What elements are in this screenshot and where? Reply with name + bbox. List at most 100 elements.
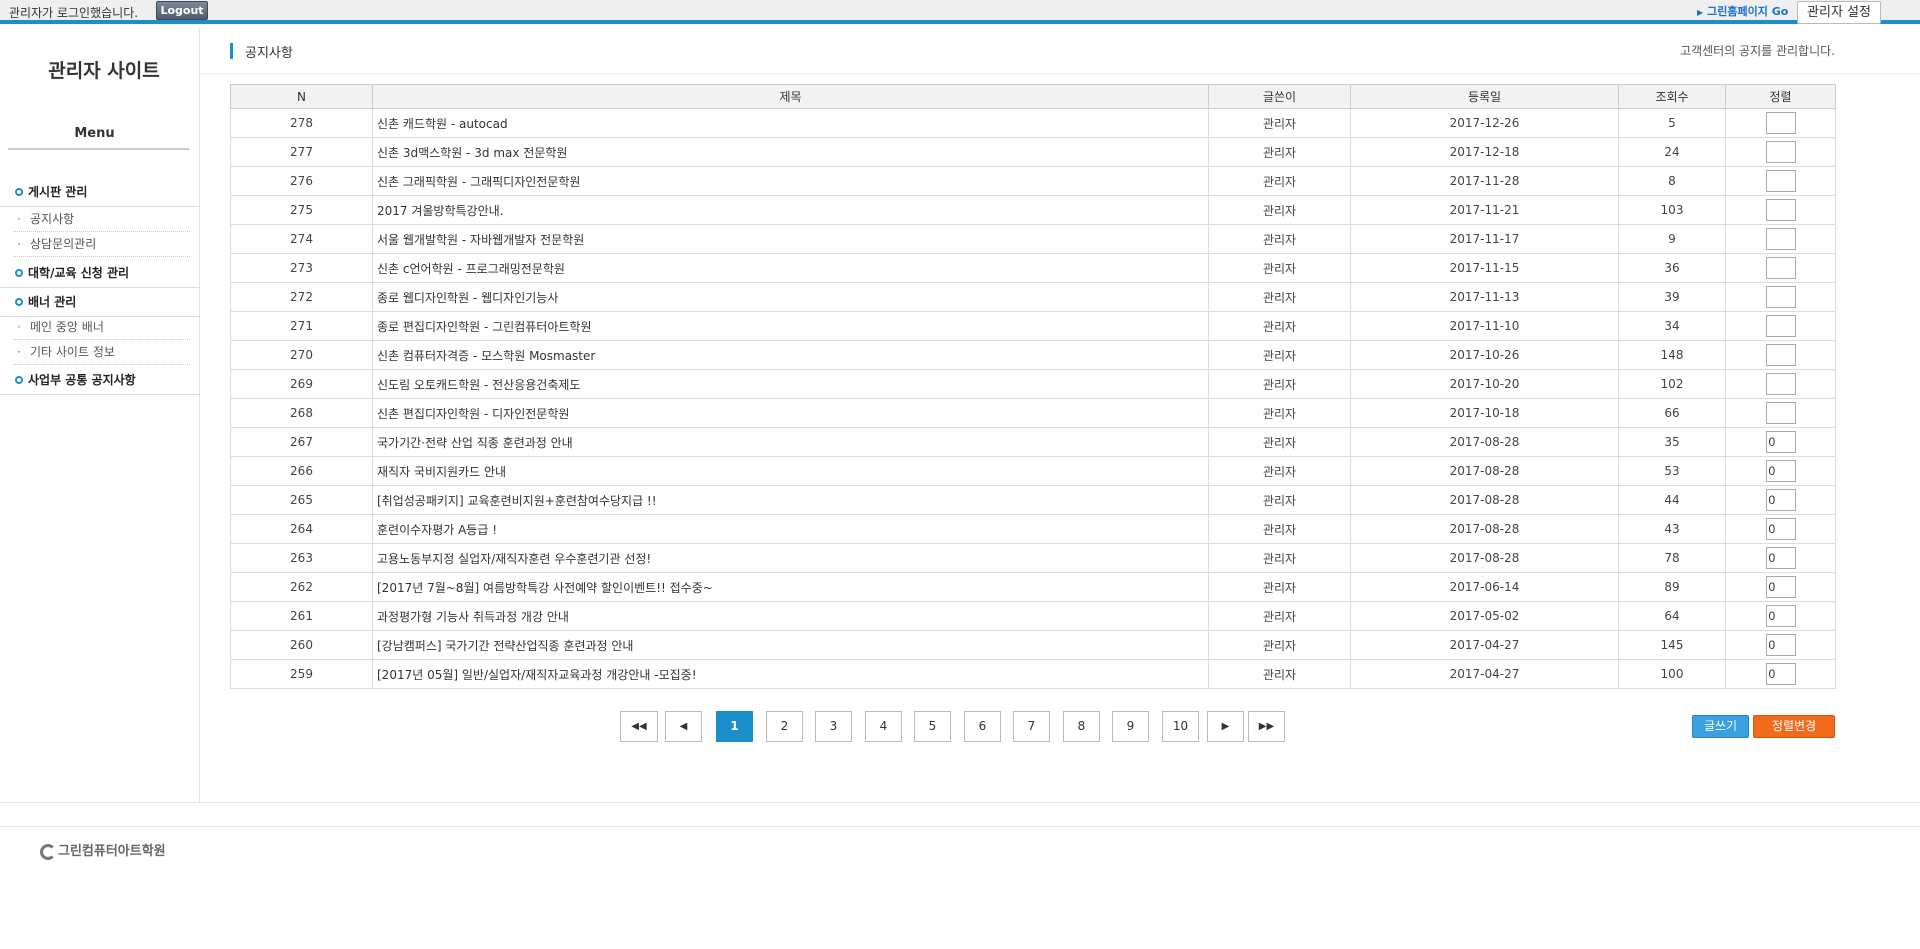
cell-date: 2017-06-14 xyxy=(1350,572,1619,602)
cell-number: 277 xyxy=(230,137,373,167)
sidebar-item-consult[interactable]: 상담문의관리 xyxy=(14,233,190,257)
cell-title[interactable]: 신촌 컴퓨터자격증 - 모스학원 Mosmaster xyxy=(372,340,1209,370)
page-number-button[interactable]: 7 xyxy=(1013,711,1050,742)
cell-number: 259 xyxy=(230,659,373,689)
cell-number: 266 xyxy=(230,456,373,486)
cell-date: 2017-11-13 xyxy=(1350,282,1619,312)
sidebar-item-main-banner[interactable]: 메인 중앙 배너 xyxy=(14,316,190,340)
cell-date: 2017-05-02 xyxy=(1350,601,1619,631)
table-row: 261 과정평가형 기능사 취득과정 개강 안내 관리자 2017-05-02 64 xyxy=(230,601,1836,631)
sort-order-input[interactable] xyxy=(1765,286,1796,308)
cell-title[interactable]: 2017 겨울방학특강안내. xyxy=(372,195,1209,225)
cell-sort xyxy=(1725,485,1836,515)
cell-sort xyxy=(1725,659,1836,689)
column-header-sort: 정렬 xyxy=(1725,84,1836,109)
sort-order-input[interactable] xyxy=(1765,344,1796,366)
cell-views: 5 xyxy=(1618,108,1726,138)
table-row: 264 훈련이수자평가 A등급 ! 관리자 2017-08-28 43 xyxy=(230,514,1836,544)
sidebar-item-notice[interactable]: 공지사항 xyxy=(14,208,190,232)
sort-order-input[interactable] xyxy=(1765,518,1796,540)
cell-views: 148 xyxy=(1618,340,1726,370)
cell-title[interactable]: 서울 웹개발학원 - 자바웹개발자 전문학원 xyxy=(372,224,1209,254)
sort-change-button[interactable]: 정렬변경 xyxy=(1753,715,1835,738)
sidebar-group-label: 대학/교육 신청 관리 xyxy=(28,266,130,280)
page-number-button[interactable]: 6 xyxy=(964,711,1001,742)
logout-button[interactable]: Logout xyxy=(156,1,208,20)
sort-order-input[interactable] xyxy=(1765,170,1796,192)
sort-order-input[interactable] xyxy=(1765,315,1796,337)
admin-settings-button[interactable]: 관리자 설정 xyxy=(1797,1,1881,24)
page-number-button[interactable]: 1 xyxy=(716,711,753,742)
cell-title[interactable]: [취업성공패키지] 교육훈련비지원+훈련참여수당지급 !! xyxy=(372,485,1209,515)
prev-page-button[interactable]: ◀ xyxy=(665,711,702,742)
footer-logo: 그린컴퓨터아트학원 xyxy=(40,840,166,860)
bullet-circle-icon xyxy=(15,188,23,196)
sidebar-group-banner[interactable]: 배너 관리 xyxy=(0,287,200,317)
page-number-button[interactable]: 9 xyxy=(1112,711,1149,742)
sort-order-input[interactable] xyxy=(1765,257,1796,279)
sort-order-input[interactable] xyxy=(1765,547,1796,569)
next-page-button[interactable]: ▶ xyxy=(1207,711,1244,742)
sort-order-input[interactable] xyxy=(1765,402,1796,424)
sidebar-group-board[interactable]: 게시판 관리 xyxy=(0,177,200,207)
page-number-button[interactable]: 8 xyxy=(1063,711,1100,742)
cell-sort xyxy=(1725,543,1836,573)
page-number-button[interactable]: 10 xyxy=(1162,711,1199,742)
sidebar-group-common-notice[interactable]: 사업부 공통 공지사항 xyxy=(0,365,200,395)
table-row: 277 신촌 3d맥스학원 - 3d max 전문학원 관리자 2017-12-18 2… xyxy=(230,137,1836,167)
cell-author: 관리자 xyxy=(1208,311,1351,341)
cell-views: 8 xyxy=(1618,166,1726,196)
cell-title[interactable]: 신도림 오토캐드학원 - 전산응용건축제도 xyxy=(372,369,1209,399)
cell-title[interactable]: 신촌 캐드학원 - autocad xyxy=(372,108,1209,138)
cell-views: 9 xyxy=(1618,224,1726,254)
sort-order-input[interactable] xyxy=(1765,112,1796,134)
cell-title[interactable]: 신촌 편집디자인학원 - 디자인전문학원 xyxy=(372,398,1209,428)
table-row: 263 고용노동부지정 실업자/재직자훈련 우수훈련기관 선정! 관리자 2017-0… xyxy=(230,543,1836,573)
cell-title[interactable]: 신촌 그래픽학원 - 그래픽디자인전문학원 xyxy=(372,166,1209,196)
cell-title[interactable]: 종로 웹디자인학원 - 웹디자인기능사 xyxy=(372,282,1209,312)
page-number-button[interactable]: 5 xyxy=(914,711,951,742)
sort-order-input[interactable] xyxy=(1765,663,1796,685)
cell-title[interactable]: 재직자 국비지원카드 안내 xyxy=(372,456,1209,486)
first-page-button[interactable]: ◀◀ xyxy=(620,711,658,742)
cell-title[interactable]: 종로 편집디자인학원 - 그린컴퓨터아트학원 xyxy=(372,311,1209,341)
footer-divider xyxy=(0,802,1920,803)
sort-order-input[interactable] xyxy=(1765,199,1796,221)
sidebar-item-site-info[interactable]: 기타 사이트 정보 xyxy=(14,341,190,365)
sort-order-input[interactable] xyxy=(1765,431,1796,453)
table-row: 265 [취업성공패키지] 교육훈련비지원+훈련참여수당지급 !! 관리자 2017-… xyxy=(230,485,1836,515)
cell-title[interactable]: 훈련이수자평가 A등급 ! xyxy=(372,514,1209,544)
cell-title[interactable]: 국가기간·전략 산업 직종 훈련과정 안내 xyxy=(372,427,1209,457)
page-number-button[interactable]: 2 xyxy=(766,711,803,742)
cell-title[interactable]: [강남캠퍼스] 국가기간 전략산업직종 훈련과정 안내 xyxy=(372,630,1209,660)
table-row: 275 2017 겨울방학특강안내. 관리자 2017-11-21 103 xyxy=(230,195,1836,225)
cell-date: 2017-08-28 xyxy=(1350,427,1619,457)
cell-title[interactable]: 과정평가형 기능사 취득과정 개강 안내 xyxy=(372,601,1209,631)
cell-title[interactable]: [2017년 7월~8월] 여름방학특강 사전예약 할인이벤트!! 접수중~ xyxy=(372,572,1209,602)
site-title: 관리자 사이트 xyxy=(48,60,160,82)
cell-number: 271 xyxy=(230,311,373,341)
sidebar-group-education[interactable]: 대학/교육 신청 관리 xyxy=(0,258,200,288)
cell-title[interactable]: 신촌 c언어학원 - 프로그래밍전문학원 xyxy=(372,253,1209,283)
sort-order-input[interactable] xyxy=(1765,460,1796,482)
sort-order-input[interactable] xyxy=(1765,576,1796,598)
cell-title[interactable]: 신촌 3d맥스학원 - 3d max 전문학원 xyxy=(372,137,1209,167)
write-button[interactable]: 글쓰기 xyxy=(1692,715,1749,738)
cell-author: 관리자 xyxy=(1208,195,1351,225)
sort-order-input[interactable] xyxy=(1765,228,1796,250)
sort-order-input[interactable] xyxy=(1765,489,1796,511)
page-number-button[interactable]: 3 xyxy=(815,711,852,742)
page-number-button[interactable]: 4 xyxy=(865,711,902,742)
cell-views: 34 xyxy=(1618,311,1726,341)
sort-order-input[interactable] xyxy=(1765,634,1796,656)
cell-date: 2017-10-20 xyxy=(1350,369,1619,399)
homepage-link[interactable]: ▶ 그린홈페이지 Go xyxy=(1697,3,1788,19)
sort-order-input[interactable] xyxy=(1765,141,1796,163)
sort-order-input[interactable] xyxy=(1765,605,1796,627)
sort-order-input[interactable] xyxy=(1765,373,1796,395)
cell-date: 2017-08-28 xyxy=(1350,514,1619,544)
triangle-right-icon: ▶ xyxy=(1697,8,1704,17)
cell-title[interactable]: [2017년 05월] 일반/실업자/재직자교육과정 개강안내 -모집중! xyxy=(372,659,1209,689)
cell-title[interactable]: 고용노동부지정 실업자/재직자훈련 우수훈련기관 선정! xyxy=(372,543,1209,573)
last-page-button[interactable]: ▶▶ xyxy=(1248,711,1285,742)
